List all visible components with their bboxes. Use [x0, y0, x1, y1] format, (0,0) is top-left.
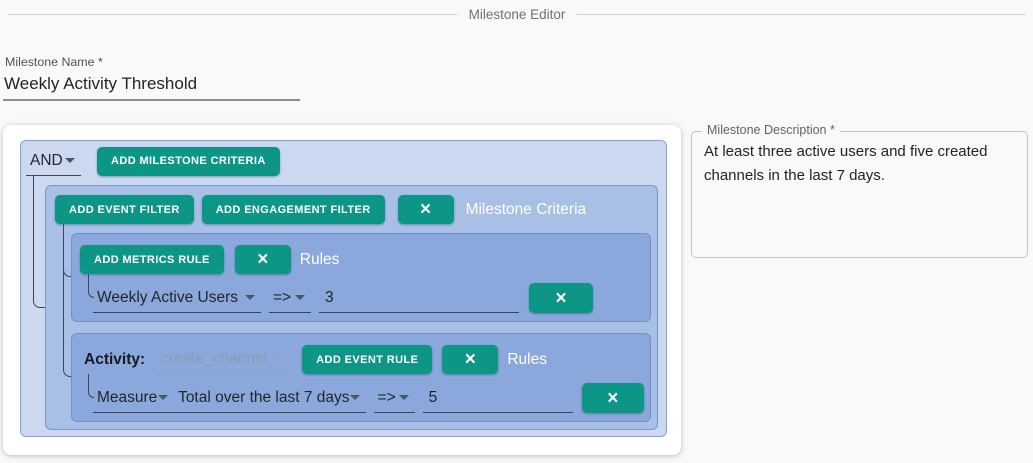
metrics-rule-row: Weekly Active Users => ×: [93, 283, 644, 313]
tree-connector: [88, 374, 94, 398]
close-icon: ×: [464, 349, 476, 370]
page-title: Milestone Editor: [468, 6, 566, 22]
event-rules-panel: Activity: create_channel ADD EVENT RULE …: [71, 333, 651, 422]
milestone-criteria-group-panel: ADD EVENT FILTER ADD ENGAGEMENT FILTER ×…: [45, 185, 658, 430]
measure-select[interactable]: Measure: [93, 383, 175, 413]
chevron-down-icon: [65, 158, 75, 163]
add-event-filter-button[interactable]: ADD EVENT FILTER: [55, 195, 194, 224]
chevron-down-icon: [398, 395, 409, 400]
chevron-down-icon: [349, 395, 360, 400]
activity-select-value: create_channel: [161, 350, 268, 367]
remove-event-rule-button[interactable]: ×: [581, 383, 645, 413]
operator-select[interactable]: =>: [373, 383, 415, 413]
event-threshold-input[interactable]: [422, 383, 573, 413]
activity-label: Activity:: [84, 350, 146, 368]
chevron-down-icon: [295, 295, 305, 300]
milestone-editor-page: { "page": { "title": "Milestone Editor" …: [0, 0, 1033, 463]
chevron-down-icon: [245, 295, 255, 300]
tree-connector: [33, 176, 45, 308]
add-metrics-rule-button[interactable]: ADD METRICS RULE: [80, 245, 224, 274]
combinator-group-panel: AND ADD MILESTONE CRITERIA ADD EVENT FIL…: [20, 140, 667, 437]
operator-select-value: =>: [273, 288, 292, 306]
activity-select: create_channel: [157, 345, 289, 375]
chevron-down-icon: [272, 356, 283, 362]
close-icon: ×: [555, 287, 567, 309]
remove-event-rules-button[interactable]: ×: [442, 345, 499, 374]
chevron-down-icon: [158, 395, 169, 400]
milestone-description-textarea[interactable]: At least three active users and five cre…: [692, 132, 1027, 257]
metrics-rules-header-row: ADD METRICS RULE × Rules: [79, 245, 644, 274]
combinator-header-row: AND ADD MILESTONE CRITERIA: [25, 146, 658, 176]
add-milestone-criteria-button[interactable]: ADD MILESTONE CRITERIA: [97, 146, 280, 176]
event-rule-row: Measure Total over the last 7 days => ×: [93, 383, 645, 413]
metrics-rules-title: Rules: [299, 250, 340, 268]
tree-connector: [88, 274, 94, 298]
close-icon: ×: [420, 199, 432, 220]
add-engagement-filter-button[interactable]: ADD ENGAGEMENT FILTER: [201, 195, 385, 224]
remove-milestone-criteria-button[interactable]: ×: [397, 195, 454, 224]
add-event-rule-button[interactable]: ADD EVENT RULE: [302, 345, 433, 374]
milestone-description-field: Milestone Description * At least three a…: [691, 123, 1028, 258]
close-icon: ×: [607, 387, 619, 409]
divider-line-right: [577, 13, 1027, 15]
milestone-criteria-group-title: Milestone Criteria: [465, 200, 587, 218]
combinator-select-value: AND: [30, 151, 63, 169]
event-rules-title: Rules: [507, 350, 547, 368]
event-rules-header-row: Activity: create_channel ADD EVENT RULE …: [79, 345, 644, 375]
milestone-description-label: Milestone Description *: [702, 123, 840, 137]
metric-select-value: Weekly Active Users: [97, 288, 238, 306]
section-divider: Milestone Editor: [8, 6, 1027, 22]
aggregation-select-value: Total over the last 7 days: [178, 388, 350, 406]
combinator-select[interactable]: AND: [26, 146, 81, 176]
metrics-rules-panel: ADD METRICS RULE × Rules Weekly Active U…: [71, 233, 651, 322]
close-icon: ×: [257, 249, 269, 270]
milestone-criteria-card: AND ADD MILESTONE CRITERIA ADD EVENT FIL…: [3, 125, 681, 455]
milestone-name-input[interactable]: [3, 72, 300, 101]
divider-line-left: [8, 13, 457, 15]
metric-threshold-input[interactable]: [319, 283, 519, 313]
operator-select[interactable]: =>: [269, 283, 311, 313]
tree-connector: [63, 224, 71, 377]
milestone-criteria-header-row: ADD EVENT FILTER ADD ENGAGEMENT FILTER ×…: [55, 195, 651, 224]
aggregation-select[interactable]: Total over the last 7 days: [174, 383, 366, 413]
operator-select-value: =>: [377, 388, 396, 406]
milestone-name-label: Milestone Name *: [5, 55, 103, 69]
remove-metrics-rule-button[interactable]: ×: [529, 283, 593, 313]
measure-select-value: Measure: [97, 388, 158, 406]
remove-metrics-rules-button[interactable]: ×: [234, 245, 291, 274]
metric-select[interactable]: Weekly Active Users: [93, 283, 261, 313]
